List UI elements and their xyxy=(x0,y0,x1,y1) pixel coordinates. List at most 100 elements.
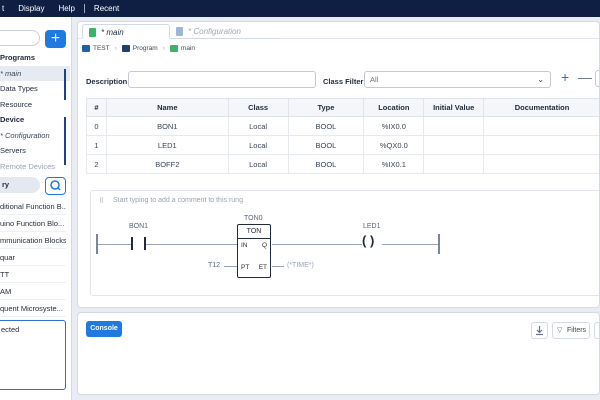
tab-configuration[interactable]: * Configuration xyxy=(170,24,280,39)
table-row[interactable]: 1 LED1 Local BOOL %QX0.0 xyxy=(86,135,599,155)
library-item[interactable]: ditional Function B... xyxy=(0,198,66,215)
column-header[interactable]: # xyxy=(86,98,107,117)
class-filter-select[interactable]: All ⌄ xyxy=(364,71,551,88)
project-search-input[interactable] xyxy=(0,30,40,46)
table-cell[interactable]: %QX0.0 xyxy=(363,135,425,155)
rung-comment-input[interactable]: Start typing to add a comment to this ru… xyxy=(113,197,243,204)
column-header[interactable]: Name xyxy=(105,98,229,117)
file-icon xyxy=(169,45,178,52)
menu-separator xyxy=(83,4,85,13)
pt-input-value[interactable]: T12 xyxy=(208,262,220,269)
menu-display[interactable]: Display xyxy=(11,4,51,13)
table-cell[interactable]: BON1 xyxy=(105,116,229,136)
breadcrumb-program[interactable]: Program xyxy=(133,45,158,52)
tree-item[interactable]: Programs xyxy=(0,50,70,66)
description-label: Description : xyxy=(86,77,132,86)
download-button[interactable] xyxy=(531,322,548,339)
library-item[interactable]: AM xyxy=(0,283,66,300)
table-cell[interactable]: 2 xyxy=(86,154,107,174)
tree-item[interactable]: Remote Devices xyxy=(0,159,70,175)
tree-item[interactable]: Data Types xyxy=(0,81,70,97)
library-search-button[interactable] xyxy=(45,177,66,195)
library-item[interactable]: quar xyxy=(0,249,66,266)
library-title: ry xyxy=(0,177,40,193)
library-list: ditional Function B... uino Function Blo.… xyxy=(0,198,66,334)
column-header[interactable]: Documentation xyxy=(483,98,599,117)
table-row[interactable]: 2 BOFF2 Local BOOL %IX0.1 xyxy=(86,154,599,174)
tree-item[interactable]: * Configuration xyxy=(0,128,70,144)
variables-table: # Name Class Type Location Initial Value Docum… xyxy=(86,98,599,174)
filter-icon: ▽ xyxy=(557,327,563,334)
coil-label[interactable]: LED1 xyxy=(363,223,381,230)
coil-symbol[interactable]: ( ) xyxy=(362,233,374,248)
table-cell[interactable]: 1 xyxy=(86,135,107,155)
column-header[interactable]: Location xyxy=(363,98,425,117)
library-item[interactable]: TT xyxy=(0,266,66,283)
menu-help[interactable]: Help xyxy=(51,4,81,13)
table-cell[interactable]: BOOL xyxy=(287,135,365,155)
table-cell[interactable] xyxy=(423,135,485,155)
table-cell[interactable] xyxy=(483,135,599,155)
tab-main[interactable]: * main xyxy=(82,24,170,39)
table-header-row: # Name Class Type Location Initial Value Docum… xyxy=(86,98,599,117)
table-cell[interactable] xyxy=(423,116,485,136)
filters-button[interactable]: ▽ Filters xyxy=(552,322,590,339)
menu-recent[interactable]: Recent xyxy=(87,4,126,13)
table-cell[interactable]: Local xyxy=(227,154,289,174)
editor-tabs: * main * Configuration xyxy=(78,22,599,39)
library-item[interactable]: uino Function Blo... xyxy=(0,215,66,232)
tab-configuration-label: * Configuration xyxy=(188,27,241,36)
table-cell[interactable]: 0 xyxy=(86,116,107,136)
breadcrumb-main[interactable]: main xyxy=(181,45,195,52)
folder-icon xyxy=(121,45,130,52)
console-button[interactable]: Console xyxy=(86,321,122,337)
column-header[interactable]: Initial Value xyxy=(423,98,485,117)
contact-left-bar[interactable] xyxy=(131,237,133,250)
chevron-down-icon: ⌄ xyxy=(537,75,544,84)
tree-item[interactable]: Resource xyxy=(0,97,70,113)
pin-et: ET xyxy=(258,264,267,271)
file-icon xyxy=(89,28,96,37)
add-variable-button[interactable]: + xyxy=(561,69,569,85)
remove-variable-button[interactable]: — xyxy=(578,69,592,85)
ladder-rung[interactable]: ⠿ Start typing to add a comment to this … xyxy=(90,190,599,296)
table-cell[interactable]: %IX0.1 xyxy=(363,154,425,174)
table-cell[interactable]: BOFF2 xyxy=(105,154,229,174)
ton-function-block[interactable]: TON IN Q PT ET xyxy=(237,224,271,278)
drag-handle-icon[interactable]: ⠿ xyxy=(99,197,104,205)
column-header[interactable]: Type xyxy=(287,98,365,117)
tree-item[interactable]: * main xyxy=(0,65,70,81)
library-item[interactable]: quent Microsyste... xyxy=(0,300,66,317)
description-input[interactable] xyxy=(128,71,316,88)
tree-item[interactable]: Device xyxy=(0,112,70,128)
right-power-rail xyxy=(438,234,440,254)
library-item[interactable]: mmunication Blocks xyxy=(0,232,66,249)
table-cell[interactable] xyxy=(423,154,485,174)
table-cell[interactable]: %IX0.0 xyxy=(363,116,425,136)
table-cell[interactable]: Local xyxy=(227,116,289,136)
table-cell[interactable] xyxy=(483,116,599,136)
table-cell[interactable]: LED1 xyxy=(105,135,229,155)
breadcrumb-project[interactable]: TEST xyxy=(93,45,110,52)
pt-wire xyxy=(224,266,237,267)
pin-pt: PT xyxy=(241,264,250,271)
console-more-button[interactable] xyxy=(594,322,600,339)
tree-item[interactable]: Servers xyxy=(0,143,70,159)
project-sidebar: + Programs * main Data Types Resource Device… xyxy=(0,17,72,400)
contact-label[interactable]: BON1 xyxy=(129,223,148,230)
project-icon xyxy=(82,45,90,52)
menu-file[interactable]: t xyxy=(0,4,11,13)
table-cell[interactable]: Local xyxy=(227,135,289,155)
et-output-value[interactable]: (*TIME*) xyxy=(287,262,314,269)
function-block-instance[interactable]: TON0 xyxy=(244,215,263,222)
table-cell[interactable]: BOOL xyxy=(287,116,365,136)
table-cell[interactable] xyxy=(483,154,599,174)
add-project-item-button[interactable]: + xyxy=(45,30,66,48)
table-cell[interactable]: BOOL xyxy=(287,154,365,174)
table-row[interactable]: 0 BON1 Local BOOL %IX0.0 xyxy=(86,116,599,136)
column-header[interactable]: Class xyxy=(227,98,289,117)
more-options-button[interactable] xyxy=(595,70,599,87)
et-wire xyxy=(272,266,284,267)
search-icon xyxy=(50,180,61,191)
class-filter-value: All xyxy=(370,75,379,84)
